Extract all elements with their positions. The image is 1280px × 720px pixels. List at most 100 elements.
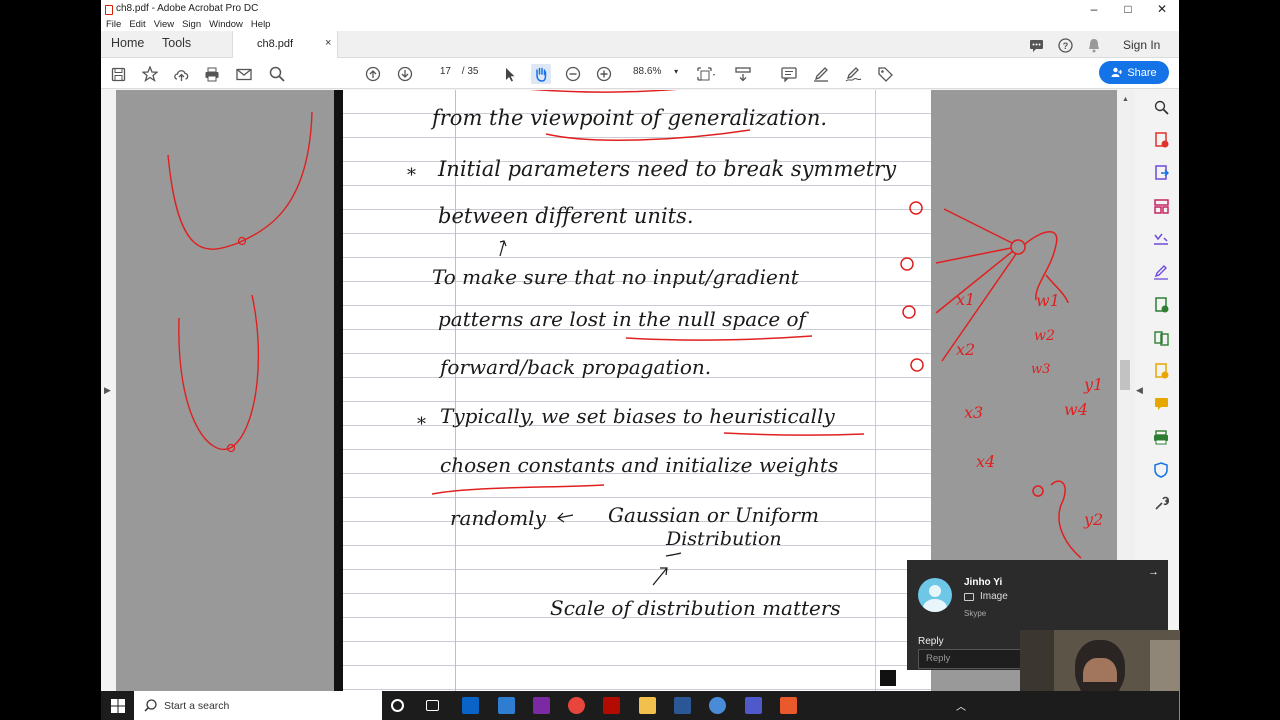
word-icon[interactable] [674,697,691,714]
menu-file[interactable]: File [106,19,121,30]
pdf-page-17: from the viewpoint of generalization. In… [334,90,931,691]
note-line-7: Typically, we set biases to heuristicall… [440,404,835,428]
mail-icon[interactable] [462,697,479,714]
note-line-4: To make sure that no input/gradient [432,265,800,289]
protect-shield-icon[interactable] [1152,461,1170,479]
dismiss-arrow-icon[interactable]: → [1148,566,1159,578]
zoom-out-icon[interactable] [563,64,583,84]
diagram-weight-w3: w3 [1031,362,1050,377]
search-icon [144,699,157,712]
more-tools-wrench-icon[interactable] [1152,494,1170,512]
stamp-tag-icon[interactable] [875,64,895,84]
notification-message: Image [964,591,1008,602]
diagram-input-x2: x2 [956,340,975,359]
share-button[interactable]: Share [1099,61,1169,84]
zoom-in-icon[interactable] [594,64,614,84]
cortana-icon[interactable] [391,699,404,712]
scroll-up-arrow-icon[interactable]: ▲ [1122,96,1129,103]
combine-files-icon[interactable] [1152,362,1170,380]
tab-tools[interactable]: Tools [162,36,191,50]
select-cursor-icon[interactable] [500,64,520,84]
taskbar-search-placeholder: Start a search [164,699,230,712]
notifications-bell-icon[interactable] [1084,35,1104,55]
maximize-button[interactable]: □ [1111,0,1145,17]
windows-start-icon[interactable] [101,691,134,720]
previous-page-icon[interactable] [363,64,383,84]
page-number-input[interactable]: 17 [427,66,451,77]
send-for-signature-icon[interactable] [1152,296,1170,314]
menu-sign[interactable]: Sign [182,19,201,30]
scroll-mode-icon[interactable] [733,64,753,84]
share-label: Share [1127,66,1157,79]
add-comment-icon[interactable] [779,64,799,84]
create-pdf-icon[interactable] [1152,131,1170,149]
task-view-icon[interactable] [426,700,439,711]
zoom-search-icon[interactable] [1152,98,1170,116]
print-icon[interactable] [202,64,222,84]
note-line-2: Initial parameters need to break symmetr… [437,157,897,181]
scan-ocr-icon[interactable] [1152,428,1170,446]
menu-help[interactable]: Help [251,19,271,30]
note-line-12: Scale of distribution matters [550,596,841,620]
diagram-input-x3: x3 [964,403,983,422]
note-line-3: between different units. [438,204,694,228]
tab-home[interactable]: Home [111,36,144,50]
chrome-icon[interactable] [568,697,585,714]
reply-input[interactable]: Reply [918,649,1022,669]
tab-bar: Home Tools ch8.pdf × ? Sign In [101,31,1179,58]
fill-form-icon[interactable] [1152,230,1170,248]
windows-taskbar: Start a search ︿ [101,691,1179,720]
help-icon[interactable]: ? [1055,35,1075,55]
bookmark-star-icon[interactable] [140,64,160,84]
onenote-icon[interactable] [533,697,550,714]
page-layout-icon[interactable] [696,64,716,84]
teams-icon[interactable] [745,697,762,714]
taskbar-search-input[interactable]: Start a search [134,691,382,720]
scrollbar-thumb[interactable] [1120,360,1130,390]
acrobat-taskbar-icon[interactable] [603,697,620,714]
comment-icon[interactable] [1026,35,1046,55]
bullet-1: * [407,165,416,186]
expand-left-panel-icon[interactable]: ▶ [104,385,111,396]
bullet-2: * [417,414,426,435]
pdf-app-icon [103,4,113,15]
toolbar: 17 / 35 88.6% ▾ Share [101,58,1179,89]
menu-window[interactable]: Window [209,19,243,30]
compare-files-icon[interactable] [1152,329,1170,347]
close-window-button[interactable]: ✕ [1145,0,1179,17]
neural-network-sketch: x1 x2 x3 x4 w1 w2 w3 w4 y1 y2 [935,208,1103,559]
diagram-output-y2: y2 [1083,510,1103,529]
file-explorer-icon[interactable] [639,697,656,714]
save-icon[interactable] [108,64,128,84]
chrome-profile-icon[interactable] [709,697,726,714]
search-icon[interactable] [267,64,287,84]
image-icon [964,592,974,601]
zoom-level-select[interactable]: 88.6% ▾ [633,66,678,77]
next-page-icon[interactable] [395,64,415,84]
collapse-right-panel-icon[interactable]: ◀ [1136,385,1143,396]
upload-cloud-icon[interactable] [171,64,191,84]
menu-view[interactable]: View [154,19,174,30]
share-person-icon [1111,67,1123,77]
highlight-pen-icon[interactable] [811,64,831,84]
note-line-1: from the viewpoint of generalization. [430,106,827,130]
photos-icon[interactable] [498,697,515,714]
hand-tool-icon[interactable] [531,64,551,84]
email-icon[interactable] [234,64,254,84]
diagram-weight-w4: w4 [1064,400,1088,419]
menu-edit[interactable]: Edit [129,19,145,30]
sign-in-link[interactable]: Sign In [1123,38,1160,52]
comment-tool-icon[interactable] [1152,395,1170,413]
recorder-icon[interactable] [780,697,797,714]
fill-sign-icon[interactable] [1152,263,1170,281]
minimize-button[interactable]: – [1077,0,1111,17]
draw-sign-icon[interactable] [843,64,863,84]
menu-bar: File Edit View Sign Window Help [101,17,1179,31]
close-tab-icon[interactable]: × [325,37,331,49]
export-pdf-icon[interactable] [1152,164,1170,182]
note-line-5: patterns are lost in the null space of [438,307,810,331]
message-text: Image [980,591,1008,602]
tray-chevron-up-icon[interactable]: ︿ [956,698,966,713]
tab-document[interactable]: ch8.pdf × [232,31,338,58]
organize-pages-icon[interactable] [1152,197,1170,215]
